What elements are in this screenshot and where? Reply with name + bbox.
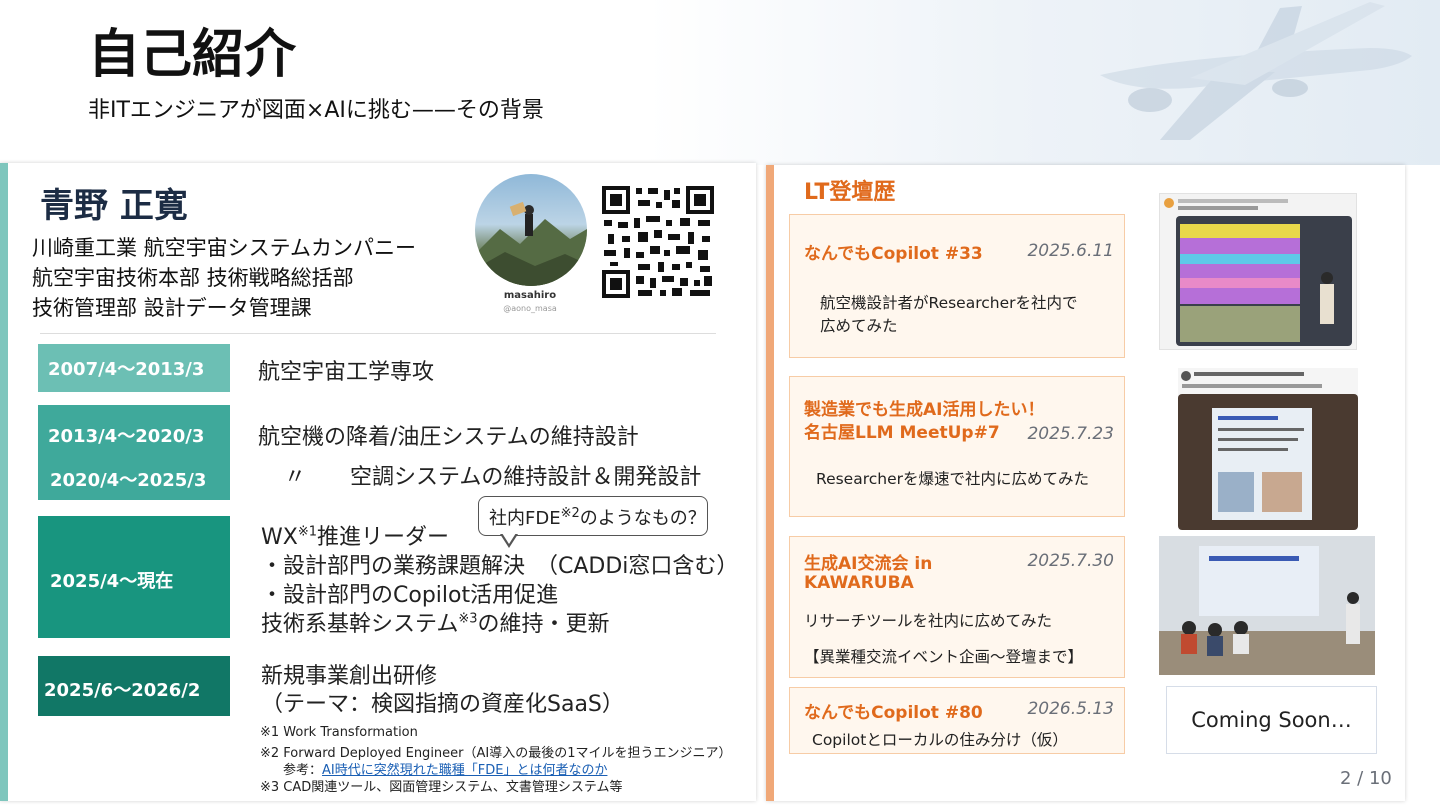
event-date: 2026.5.13	[1027, 699, 1114, 719]
event-title: 名古屋LLM MeetUp#7	[804, 423, 1000, 443]
event-title: KAWARUBA	[804, 573, 914, 593]
event-date: 2025.6.11	[1027, 241, 1114, 261]
career-desc-3a: WX※1推進リーダー	[261, 524, 450, 550]
avatar	[475, 174, 587, 286]
career-period-4: 2025/6～2026/2	[38, 656, 230, 716]
qr-code-icon	[602, 186, 714, 298]
event-desc: Researcherを爆速で社内に広めてみた	[816, 470, 1090, 488]
career-desc-4b: （テーマ：検図指摘の資産化SaaS）	[261, 692, 624, 717]
event-title: なんでもCopilot #33	[804, 244, 983, 264]
career-desc-2b: 〃 空調システムの維持設計＆開発設計	[284, 465, 702, 490]
callout-tail-fill	[502, 533, 516, 544]
event-title: 製造業でも生成AI活用したい！	[804, 400, 1045, 420]
lt-event-2: 製造業でも生成AI活用したい！ 名古屋LLM MeetUp#7 2025.7.2…	[789, 376, 1125, 517]
career-period-3: 2025/4～現在	[38, 516, 230, 638]
page-number: 2 / 10	[1340, 768, 1392, 789]
avatar-name: masahiro	[503, 290, 557, 301]
event-desc: 広めてみた	[820, 317, 898, 335]
career-desc-1: 航空宇宙工学専攻	[258, 360, 435, 385]
event-date: 2025.7.30	[1027, 551, 1114, 571]
event-desc: 航空機設計者がResearcherを社内で	[820, 294, 1078, 312]
lt-heading: LT登壇歴	[804, 180, 896, 205]
career-desc-2a: 航空機の降着/油圧システムの維持設計	[258, 425, 639, 450]
event-photo-2	[1178, 368, 1358, 530]
profile-name: 青野 正寛	[40, 186, 188, 226]
fde-callout: 社内FDE※2のようなもの？	[478, 496, 708, 536]
event-desc: リサーチツールを社内に広めてみた	[804, 612, 1053, 630]
career-period-2: 2013/4～2020/3 2020/4～2025/3	[38, 405, 230, 500]
lt-event-4: なんでもCopilot #80 2026.5.13 Copilotとローカルの住…	[789, 687, 1125, 754]
event-date: 2025.7.23	[1027, 424, 1114, 444]
career-desc-3b: ・設計部門の業務課題解決 （CADDi窓口含む）	[261, 554, 739, 579]
career-desc-3c: ・設計部門のCopilot活用促進	[261, 583, 559, 608]
event-photo-1	[1159, 193, 1357, 350]
affiliation-line-1: 川崎重工業 航空宇宙システムカンパニー	[32, 236, 417, 260]
lt-event-1: なんでもCopilot #33 2025.6.11 航空機設計者がResearc…	[789, 214, 1125, 358]
lt-event-3: 生成AI交流会 in KAWARUBA 2025.7.30 リサーチツールを社内…	[789, 536, 1125, 678]
page-subtitle: 非ITエンジニアが図面×AIに挑む——その背景	[88, 98, 544, 123]
career-period-1: 2007/4～2013/3	[38, 344, 230, 392]
career-desc-3d: 技術系基幹システム※3の維持・更新	[261, 611, 610, 637]
profile-divider	[40, 333, 716, 334]
event-title: なんでもCopilot #80	[804, 703, 983, 723]
event-desc: 【異業種交流イベント企画～登壇まで】	[804, 648, 1084, 666]
coming-soon-box: Coming Soon…	[1166, 686, 1377, 754]
affiliation-line-3: 技術管理部 設計データ管理課	[32, 296, 312, 320]
affiliation-line-2: 航空宇宙技術本部 技術戦略総括部	[32, 266, 354, 290]
page-title: 自己紹介	[88, 25, 297, 85]
event-title: 生成AI交流会 in	[804, 554, 933, 574]
event-desc: Copilotとローカルの住み分け（仮）	[812, 731, 1068, 749]
footnote-3: ※3 CAD関連ツール、図面管理システム、文書管理システム等	[260, 780, 623, 795]
airplane-image	[1100, 2, 1412, 140]
footnote-1: ※1 Work Transformation	[260, 725, 418, 740]
event-photo-3	[1159, 536, 1375, 675]
avatar-handle: @aono_masa	[503, 304, 557, 313]
